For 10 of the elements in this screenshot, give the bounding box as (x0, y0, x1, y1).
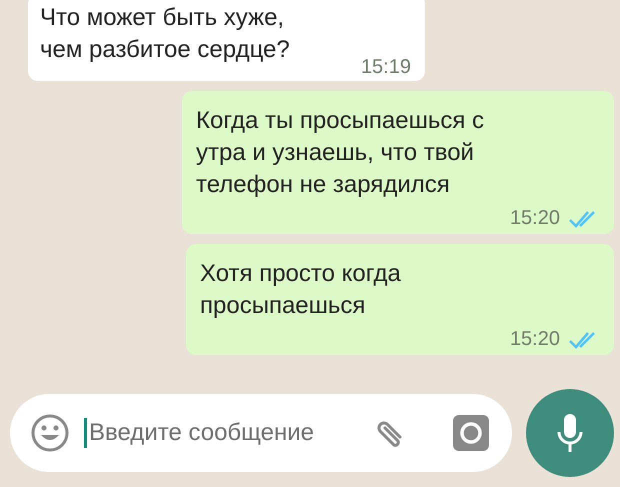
message-time: 15:20 (510, 207, 560, 230)
microphone-icon (555, 412, 585, 454)
camera-icon[interactable] (452, 414, 490, 452)
message-text: Что может быть хуже, чем разбитое сердце? (40, 3, 291, 65)
message-text: Когда ты просыпаешься с утра и узнаешь, что твой телефон не зарядился (196, 106, 485, 200)
message-time: 15:20 (510, 328, 560, 351)
message-time: 15:19 (360, 56, 411, 79)
emoji-icon[interactable] (30, 413, 70, 453)
message-text: Хотя просто когда просыпаешься (200, 259, 402, 321)
message-field[interactable]: Введите сообщение (84, 418, 356, 448)
